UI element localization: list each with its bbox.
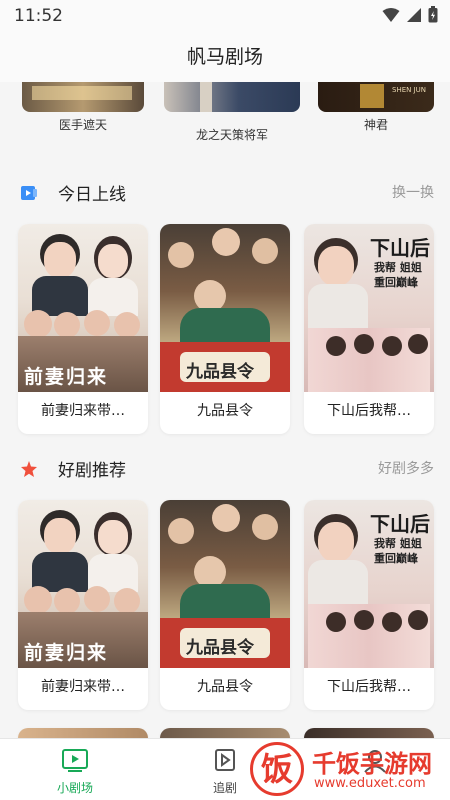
- status-bar: 11:52: [0, 0, 450, 32]
- drama-title: 前妻归来带…: [41, 679, 125, 695]
- video-play-icon: [21, 186, 37, 200]
- drama-title: 龙之天策将军: [195, 128, 268, 142]
- drama-card[interactable]: 下山后 我帮 姐姐 重回巅峰 下山后我帮…: [304, 500, 434, 710]
- drama-poster[interactable]: [164, 82, 300, 112]
- drama-card[interactable]: 前妻归来 前妻归来带…: [18, 224, 148, 434]
- more-link[interactable]: 好剧多多: [378, 458, 434, 478]
- site-watermark: 饭 千饭手游网 www.eduxet.com: [246, 738, 450, 800]
- drama-card[interactable]: 下山后 我帮 姐姐 重回巅峰 下山后我帮…: [304, 224, 434, 434]
- status-time: 11:52: [14, 6, 63, 26]
- drama-poster: 九品县令: [160, 224, 290, 392]
- watermark-logo: 饭: [250, 742, 304, 796]
- drama-title: 九品县令: [197, 679, 253, 695]
- drama-poster: 前妻归来: [18, 500, 148, 668]
- refresh-link[interactable]: 换一换: [392, 182, 434, 202]
- section-title: 今日上线: [58, 185, 126, 205]
- poster-subtext: 我帮 姐姐 重回巅峰: [374, 537, 422, 565]
- tab-label: 小剧场: [56, 781, 93, 795]
- cellular-signal-icon: [407, 7, 421, 22]
- section-title: 好剧推荐: [58, 461, 126, 481]
- poster-subtext: 我帮 姐姐 重回巅峰: [374, 261, 422, 289]
- poster-text: SHEN JUN: [392, 86, 427, 94]
- drama-card[interactable]: [18, 728, 148, 738]
- page-title: 帆马剧场: [186, 46, 263, 68]
- wifi-icon: [382, 7, 400, 22]
- star-badge-icon: [21, 461, 37, 477]
- play-icon: [215, 749, 235, 771]
- drama-card[interactable]: [304, 728, 434, 738]
- drama-title: 前妻归来带…: [41, 403, 125, 419]
- poster-text: 下山后: [370, 236, 430, 260]
- previous-drama-row: 医手遮天 龙之天策将军 SHEN JUN 神君: [0, 82, 450, 142]
- status-icons: [382, 6, 438, 23]
- drama-card[interactable]: 前妻归来 前妻归来带…: [18, 500, 148, 710]
- battery-icon: [428, 6, 438, 23]
- watermark-brand: 千饭手游网: [312, 750, 432, 778]
- poster-text: 九品县令: [186, 638, 254, 658]
- drama-poster: 下山后 我帮 姐姐 重回巅峰: [304, 224, 434, 392]
- app-header: 帆马剧场: [0, 32, 450, 82]
- drama-card[interactable]: 九品县令 九品县令: [160, 224, 290, 434]
- poster-text: 前妻归来: [24, 366, 109, 388]
- drama-poster: 前妻归来: [18, 224, 148, 392]
- content-scroll-area[interactable]: 医手遮天 龙之天策将军 SHEN JUN 神君 今日上线 换一换 前妻归来 前妻…: [0, 82, 450, 738]
- drama-poster: 九品县令: [160, 500, 290, 668]
- poster-text: 前妻归来: [24, 642, 109, 664]
- play-screen-icon: [62, 749, 88, 772]
- watermark-glyph: 饭: [260, 750, 293, 788]
- drama-title: 医手遮天: [58, 118, 107, 132]
- drama-title: 下山后我帮…: [327, 403, 411, 419]
- drama-title: 九品县令: [197, 403, 253, 419]
- tab-theater[interactable]: 小剧场: [0, 739, 150, 800]
- drama-title: 神君: [363, 118, 388, 132]
- watermark-url: www.eduxet.com: [314, 776, 426, 791]
- section-header-today: 今日上线 换一换: [0, 178, 450, 208]
- drama-poster: 下山后 我帮 姐姐 重回巅峰: [304, 500, 434, 668]
- drama-poster[interactable]: [22, 82, 144, 112]
- drama-card[interactable]: 九品县令 九品县令: [160, 500, 290, 710]
- drama-poster[interactable]: SHEN JUN: [318, 82, 434, 112]
- poster-text: 下山后: [370, 512, 430, 536]
- section-header-recommend: 好剧推荐 好剧多多: [0, 454, 450, 484]
- drama-title: 下山后我帮…: [327, 679, 411, 695]
- drama-card[interactable]: [160, 728, 290, 738]
- poster-text: 九品县令: [186, 362, 254, 382]
